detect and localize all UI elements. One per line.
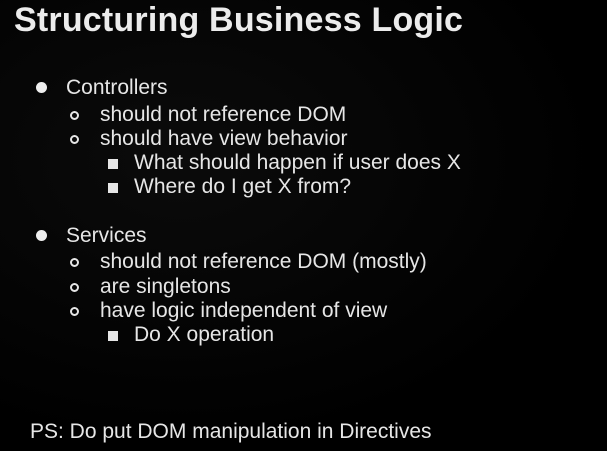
list-item: should not reference DOM bbox=[100, 103, 347, 126]
list-item: have logic independent of view bbox=[100, 299, 388, 322]
bullet-dot-icon bbox=[36, 82, 47, 93]
section-heading-services: Services bbox=[66, 224, 147, 247]
list-item: are singletons bbox=[100, 275, 231, 298]
presentation-slide: Structuring Business Logic Controllers s… bbox=[0, 0, 607, 451]
footer-note: PS: Do put DOM manipulation in Directive… bbox=[30, 420, 432, 443]
section-heading-controllers: Controllers bbox=[66, 76, 168, 99]
bullet-square-icon bbox=[108, 159, 118, 169]
bullet-ring-icon bbox=[70, 111, 79, 120]
bullet-dot-icon bbox=[36, 230, 47, 241]
bullet-ring-icon bbox=[70, 307, 79, 316]
sub-list-item: Where do I get X from? bbox=[134, 175, 352, 198]
bullet-ring-icon bbox=[70, 258, 79, 267]
bullet-square-icon bbox=[108, 183, 118, 193]
bullet-ring-icon bbox=[70, 135, 79, 144]
sub-list-item: What should happen if user does X bbox=[134, 151, 461, 174]
bullet-square-icon bbox=[108, 331, 118, 341]
sub-list-item: Do X operation bbox=[134, 323, 275, 346]
slide-title: Structuring Business Logic bbox=[14, 1, 464, 39]
list-item: should not reference DOM (mostly) bbox=[100, 250, 427, 273]
list-item: should have view behavior bbox=[100, 127, 348, 150]
bullet-ring-icon bbox=[70, 283, 79, 292]
